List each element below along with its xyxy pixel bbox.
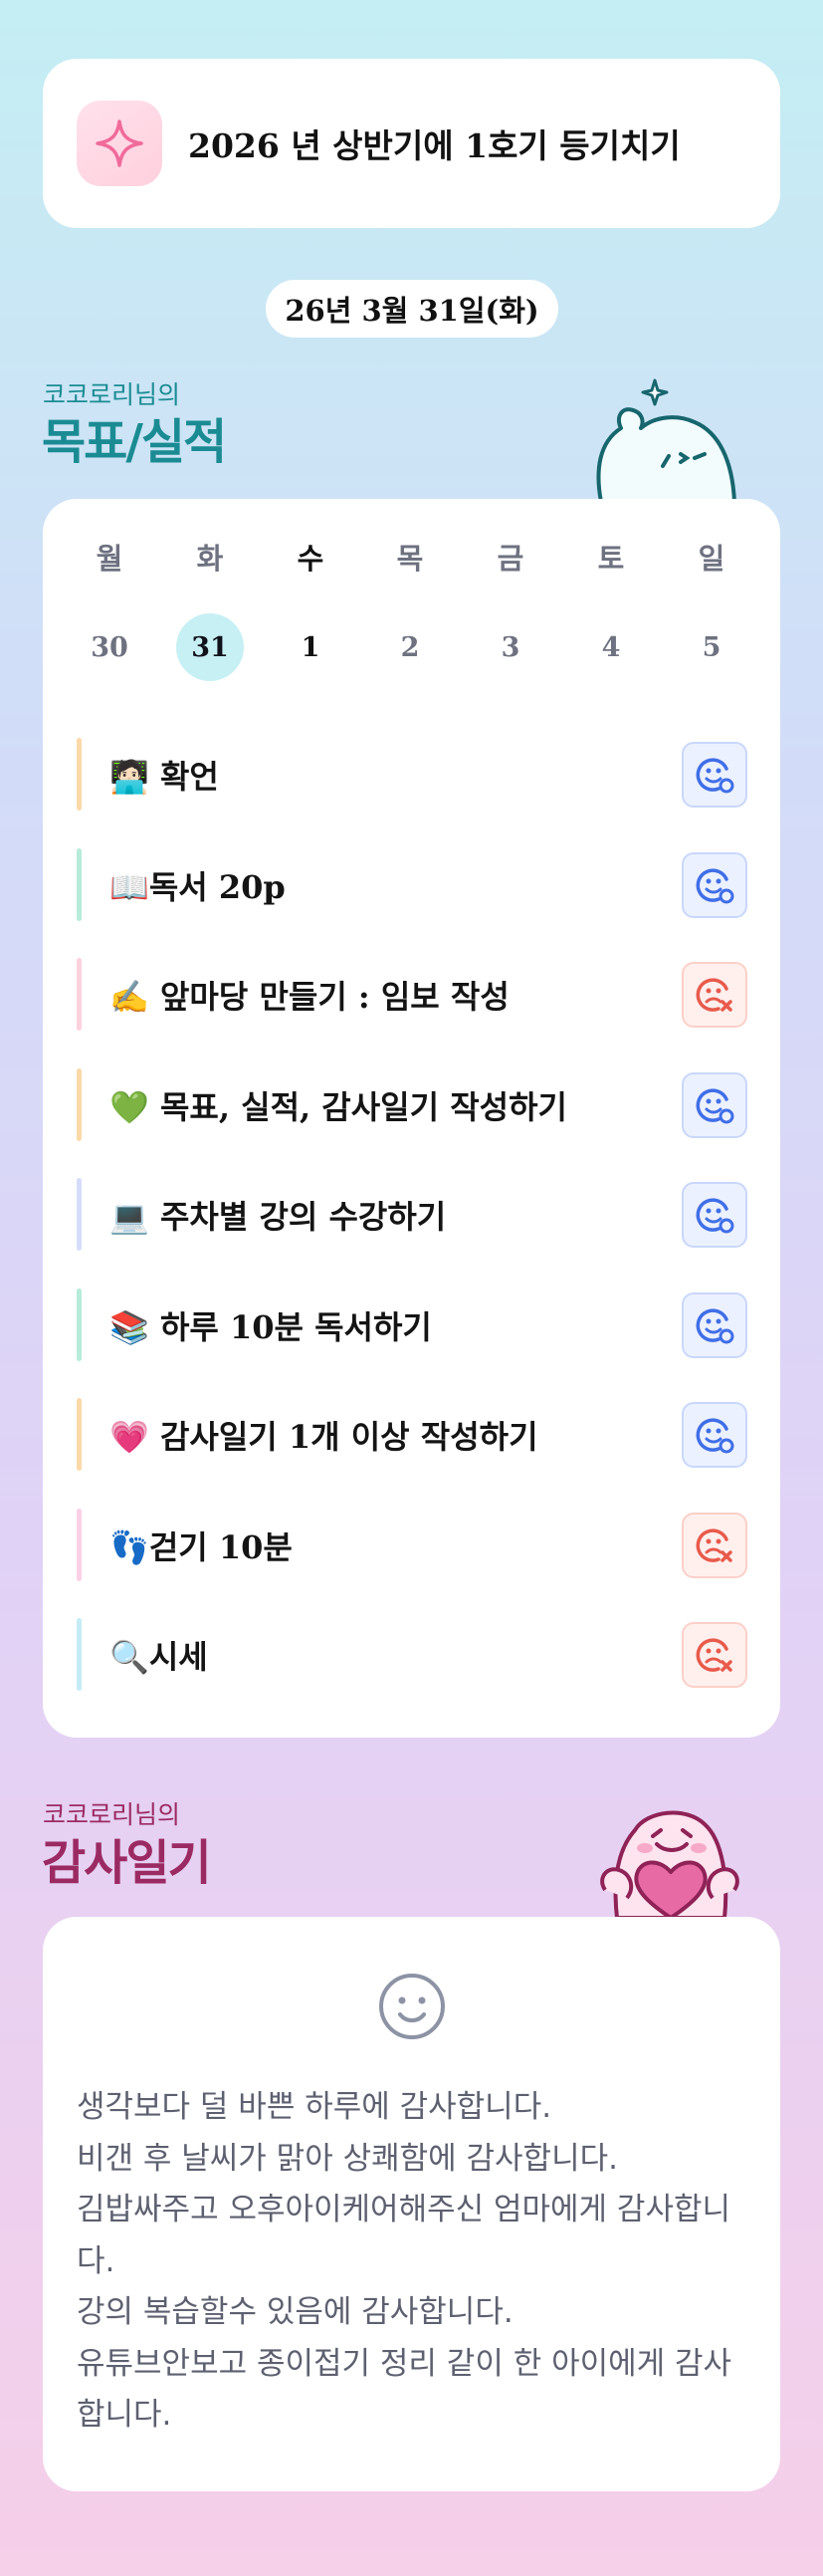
goal-title: 2026 년 상반기에 1호기 등기치기 [188, 126, 681, 165]
day-label: 수 [297, 542, 324, 576]
day-wed[interactable]: 수 1 [276, 539, 345, 681]
day-label: 토 [597, 542, 625, 576]
status-fail-button[interactable] [682, 1512, 747, 1578]
smile-face-icon [379, 1974, 445, 2039]
day-number: 4 [601, 631, 621, 663]
day-label: 목 [396, 542, 424, 576]
goals-card: 월 30 화 31 수 1 목 2 금 3 토 4 일 5 🧑 [43, 499, 780, 1738]
day-number: 30 [91, 631, 128, 663]
task-item[interactable]: 💻 주차별 강의 수강하기 [77, 1160, 747, 1271]
goals-section-title: 목표/실적 [42, 414, 227, 470]
smile-check-icon [696, 1307, 734, 1343]
day-label: 화 [196, 542, 224, 576]
day-fri[interactable]: 금 3 [476, 539, 545, 681]
task-item[interactable]: 💚 목표, 실적, 감사일기 작성하기 [77, 1051, 747, 1161]
task-label: 💚 목표, 실적, 감사일기 작성하기 [109, 1087, 567, 1126]
task-color-bar [77, 1398, 82, 1471]
task-label: 💗 감사일기 1개 이상 작성하기 [109, 1418, 538, 1457]
diary-line: 비갠 후 날씨가 맑아 상쾌함에 감사합니다. [77, 2140, 618, 2177]
diary-line: 다. [77, 2242, 115, 2279]
mascot-heart-icon [600, 1810, 739, 1918]
task-item[interactable]: 🔍시세 [77, 1600, 747, 1711]
task-item[interactable]: 👣걷기 10분 [77, 1491, 747, 1601]
day-number: 2 [400, 631, 420, 663]
diary-text: 생각보다 덜 바쁜 하루에 감사합니다. 비갠 후 날씨가 맑아 상쾌함에 감사… [77, 2082, 753, 2442]
task-item[interactable]: ✍️ 앞마당 만들기 : 임보 작성 [77, 940, 747, 1051]
day-tue[interactable]: 화 31 [175, 539, 245, 681]
frown-x-icon [696, 1527, 732, 1562]
task-label: 🧑🏻‍💻 확언 [109, 758, 219, 797]
smile-check-icon [696, 1198, 734, 1234]
status-done-button[interactable] [682, 742, 747, 808]
smile-check-icon [696, 1087, 734, 1123]
task-label: 👣걷기 10분 [109, 1527, 293, 1566]
smile-check-icon [696, 867, 734, 903]
diary-card[interactable]: 생각보다 덜 바쁜 하루에 감사합니다. 비갠 후 날씨가 맑아 상쾌함에 감사… [43, 1917, 780, 2491]
task-color-bar [77, 1618, 82, 1691]
task-color-bar [77, 847, 82, 921]
task-label: 📚 하루 10분 독서하기 [109, 1307, 432, 1346]
day-sat[interactable]: 토 4 [576, 539, 646, 681]
status-done-button[interactable] [682, 1182, 747, 1248]
task-label: ✍️ 앞마당 만들기 : 임보 작성 [109, 978, 510, 1017]
mascot-waving-icon [596, 378, 736, 502]
day-number: 1 [301, 631, 320, 663]
task-color-bar [77, 1508, 82, 1581]
goal-card[interactable]: 2026 년 상반기에 1호기 등기치기 [43, 59, 780, 228]
task-item[interactable]: 🧑🏻‍💻 확언 [77, 720, 747, 830]
status-done-button[interactable] [682, 1291, 747, 1358]
diary-line: 강의 복습할수 있음에 감사합니다. [77, 2294, 514, 2330]
date-pill[interactable]: 26년 3월 31일(화) [266, 280, 558, 338]
diary-line: 김밥싸주고 오후아이케어해주신 엄마에게 감사합니 [77, 2192, 731, 2227]
task-label: 💻 주차별 강의 수강하기 [109, 1198, 447, 1237]
day-number: 5 [702, 631, 721, 663]
diary-section-title: 감사일기 [42, 1835, 212, 1891]
sparkle-icon [77, 101, 162, 186]
day-number: 3 [501, 631, 520, 663]
status-fail-button[interactable] [682, 1622, 747, 1688]
smile-check-icon [696, 758, 734, 794]
task-color-bar [77, 1178, 82, 1251]
task-list: 🧑🏻‍💻 확언 📖독서 20p ✍️ 앞마당 만들기 : 임보 작성 💚 목표,… [77, 720, 747, 1711]
task-label: 📖독서 20p [109, 867, 286, 906]
task-label: 🔍시세 [109, 1638, 208, 1677]
status-done-button[interactable] [682, 1402, 747, 1468]
task-color-bar [77, 958, 82, 1031]
status-done-button[interactable] [682, 1071, 747, 1138]
diary-line: 합니다. [77, 2397, 172, 2433]
status-done-button[interactable] [682, 851, 747, 918]
day-sun[interactable]: 일 5 [677, 539, 746, 681]
diary-line: 유튜브안보고 종이접기 정리 같이 한 아이에게 감사 [77, 2345, 732, 2382]
task-item[interactable]: 📚 하루 10분 독서하기 [77, 1271, 747, 1381]
day-number-selected: 31 [176, 613, 244, 681]
day-label: 금 [497, 542, 524, 576]
smile-check-icon [696, 1418, 734, 1454]
frown-x-icon [696, 978, 732, 1012]
day-thu[interactable]: 목 2 [375, 539, 445, 681]
task-color-bar [77, 1288, 82, 1361]
task-color-bar [77, 1067, 82, 1141]
frown-x-icon [696, 1638, 732, 1672]
diary-line: 생각보다 덜 바쁜 하루에 감사합니다. [77, 2089, 552, 2125]
day-mon[interactable]: 월 30 [75, 539, 144, 681]
day-label: 일 [698, 542, 725, 576]
task-color-bar [77, 738, 82, 811]
task-item[interactable]: 📖독서 20p [77, 830, 747, 941]
task-item[interactable]: 💗 감사일기 1개 이상 작성하기 [77, 1380, 747, 1491]
day-label: 월 [96, 542, 123, 576]
status-fail-button[interactable] [682, 962, 747, 1028]
